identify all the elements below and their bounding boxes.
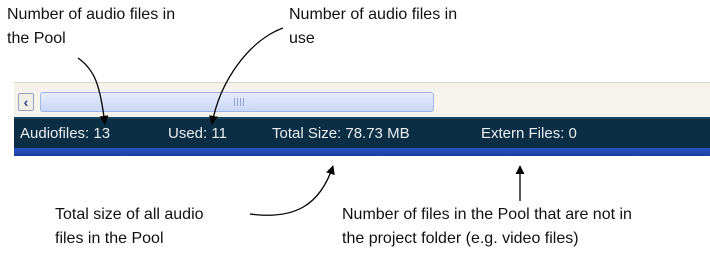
arrow-total-size (249, 165, 335, 216)
arrow-audio-files-in-pool (77, 57, 109, 125)
arrow-audio-files-in-use (208, 27, 284, 125)
callout-arrows (77, 27, 525, 216)
